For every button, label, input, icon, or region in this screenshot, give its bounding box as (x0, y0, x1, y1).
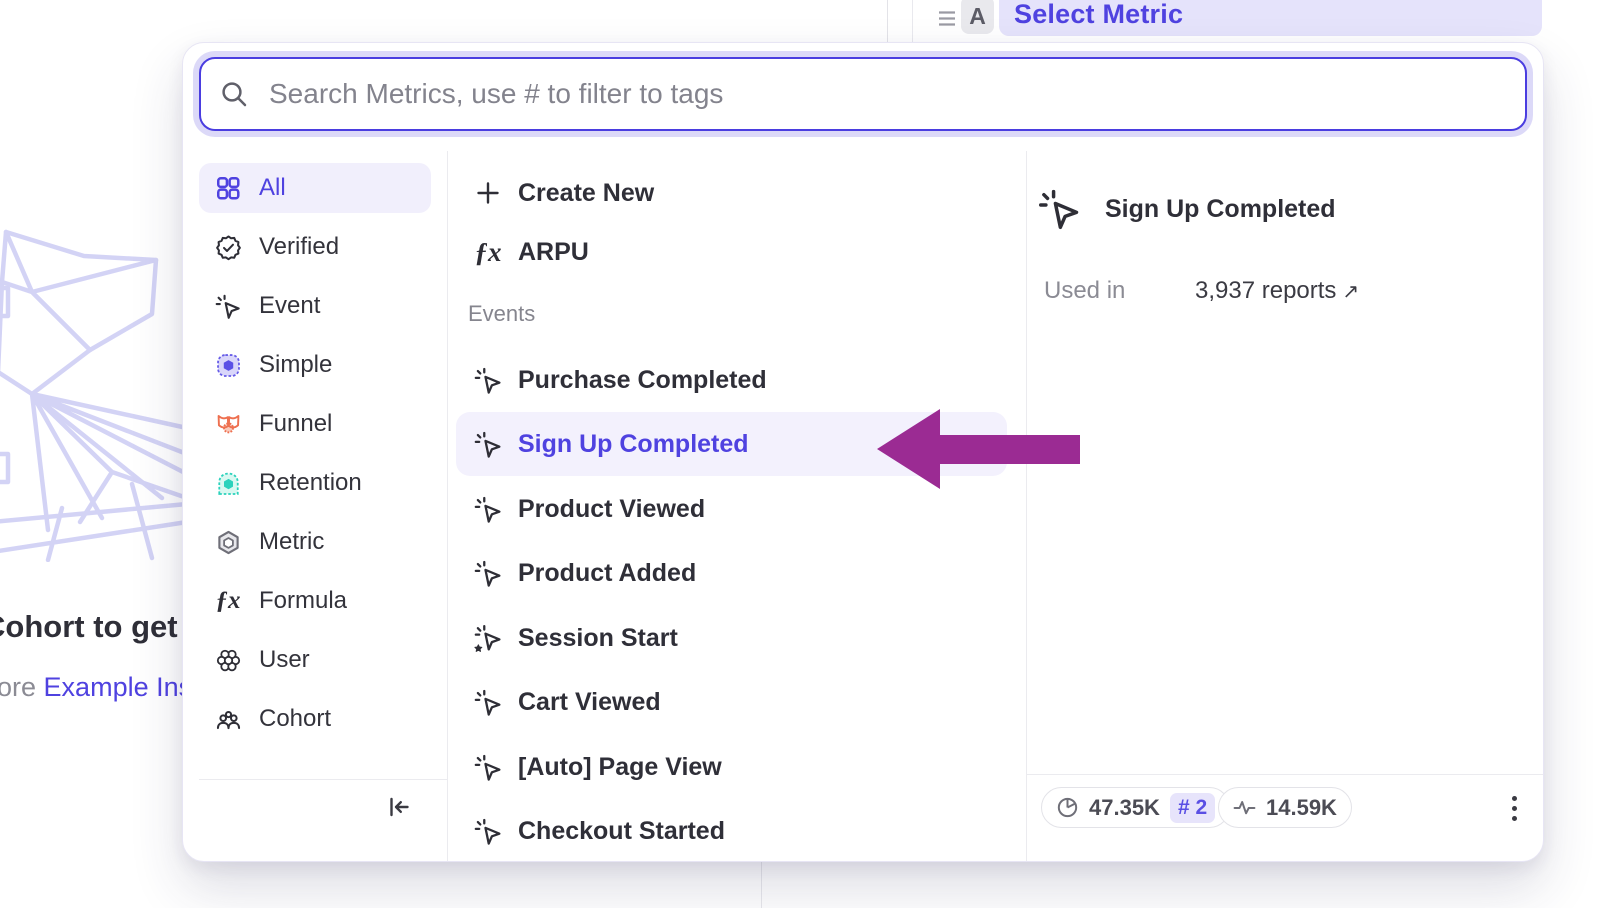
list-item-label: [Auto] Page View (518, 753, 722, 782)
list-item-event[interactable]: Purchase Completed (456, 348, 1007, 412)
event-cursor-icon (473, 558, 503, 588)
formula-fx-icon: ƒx (473, 237, 503, 267)
cohort-people-icon (213, 704, 243, 734)
detail-title: Sign Up Completed (1105, 195, 1336, 224)
detail-divider (1026, 151, 1027, 861)
drag-handle-icon[interactable] (938, 9, 956, 34)
sidebar-item-label: User (259, 646, 310, 674)
empty-state-subtitle: ore Example Ins (0, 672, 192, 703)
example-insights-link[interactable]: Example Ins (44, 672, 193, 702)
activity-count-badge[interactable]: 14.59K (1218, 787, 1352, 828)
total-count-value: 47.35K (1089, 795, 1160, 821)
sidebar-item-label: Cohort (259, 705, 331, 733)
sidebar-item-label: Funnel (259, 410, 332, 438)
list-item-label: Purchase Completed (518, 366, 767, 395)
list-item-label: Product Viewed (518, 495, 705, 524)
plus-icon (473, 178, 503, 208)
event-cursor-icon (213, 291, 243, 321)
list-item-event[interactable]: Cart Viewed (456, 670, 1007, 734)
detail-footer-divider (1026, 774, 1544, 775)
verified-badge-icon (213, 232, 243, 262)
list-item-label: Sign Up Completed (518, 430, 749, 459)
type-filter-sidebar: All Verified Event (199, 163, 431, 753)
event-cursor-icon (473, 687, 503, 717)
event-cursor-icon (473, 365, 503, 395)
list-item-event[interactable]: Product Viewed (456, 477, 1007, 541)
sidebar-item-funnel[interactable]: Funnel (199, 399, 431, 449)
bg-panel-border-bottom (761, 862, 762, 908)
events-section-header: Events (468, 301, 535, 327)
list-item-event[interactable]: Product Added (456, 541, 1007, 605)
grid-icon (213, 173, 243, 203)
bg-panel-border (887, 0, 888, 42)
sidebar-item-label: Retention (259, 469, 362, 497)
used-in-label: Used in (1044, 277, 1125, 305)
formula-fx-icon: ƒx (213, 586, 243, 616)
used-in-reports-link[interactable]: 3,937 reports↗ (1195, 277, 1359, 305)
list-item-event[interactable]: Checkout Started (456, 799, 1007, 862)
sidebar-item-label: All (259, 174, 286, 202)
list-item-label: ARPU (518, 238, 589, 267)
sidebar-item-user[interactable]: User (199, 635, 431, 685)
collapse-sidebar-button[interactable] (381, 789, 417, 825)
rank-chip: # 2 (1170, 793, 1215, 823)
user-cluster-icon (213, 645, 243, 675)
event-cursor-icon (473, 429, 503, 459)
collapse-left-icon (384, 792, 414, 822)
sidebar-item-label: Verified (259, 233, 339, 261)
sidebar-footer-divider (199, 779, 447, 780)
sidebar-item-cohort[interactable]: Cohort (199, 694, 431, 744)
sidebar-item-verified[interactable]: Verified (199, 222, 431, 272)
sidebar-item-simple[interactable]: Simple (199, 340, 431, 390)
list-item-label: Cart Viewed (518, 688, 661, 717)
series-a-badge: A (961, 0, 994, 34)
search-box[interactable] (199, 57, 1527, 131)
search-icon (219, 79, 249, 109)
event-cursor-icon (473, 494, 503, 524)
activity-count-value: 14.59K (1266, 795, 1337, 821)
list-item-label: Checkout Started (518, 817, 725, 846)
create-new-label: Create New (518, 179, 654, 208)
activity-pulse-icon (1233, 796, 1256, 819)
search-input[interactable] (267, 77, 1471, 111)
list-item-event[interactable]: Session Start (456, 606, 1007, 670)
select-metric-field[interactable]: Select Metric (999, 0, 1542, 36)
sidebar-divider (447, 151, 448, 861)
sidebar-item-label: Metric (259, 528, 324, 556)
event-cursor-icon-large (1038, 187, 1082, 236)
retention-icon (213, 468, 243, 498)
sidebar-item-formula[interactable]: ƒx Formula (199, 576, 431, 626)
event-cursor-icon (473, 816, 503, 846)
empty-state-title: Cohort to get s (0, 609, 203, 645)
total-count-badge[interactable]: 47.35K # 2 (1041, 787, 1230, 828)
sidebar-item-label: Simple (259, 351, 332, 379)
sidebar-item-label: Event (259, 292, 320, 320)
event-cursor-icon (473, 752, 503, 782)
list-item-arpu[interactable]: ƒx ARPU (456, 226, 1007, 278)
bg-panel-border-2 (912, 0, 913, 42)
metric-picker-dialog: All Verified Event (182, 42, 1544, 862)
more-options-button[interactable] (1499, 791, 1529, 825)
funnel-icon (213, 409, 243, 439)
list-item-label: Product Added (518, 559, 696, 588)
wireframe-illustration (0, 222, 192, 562)
metric-hexagon-icon (213, 527, 243, 557)
empty-state-subtitle-text: ore (0, 672, 36, 702)
create-new-button[interactable]: Create New (456, 167, 1007, 219)
list-item-label: Session Start (518, 624, 678, 653)
event-cursor-star-icon (473, 623, 503, 653)
kebab-icon (1512, 796, 1517, 801)
pie-chart-icon (1056, 796, 1079, 819)
select-metric-label: Select Metric (1014, 0, 1183, 30)
list-item-event[interactable]: [Auto] Page View (456, 735, 1007, 799)
sidebar-item-metric[interactable]: Metric (199, 517, 431, 567)
simple-block-icon (213, 350, 243, 380)
external-link-icon: ↗ (1342, 281, 1359, 303)
sidebar-item-label: Formula (259, 587, 347, 615)
sidebar-item-all[interactable]: All (199, 163, 431, 213)
sidebar-item-retention[interactable]: Retention (199, 458, 431, 508)
sidebar-item-event[interactable]: Event (199, 281, 431, 331)
list-item-event-selected[interactable]: Sign Up Completed (456, 412, 1007, 476)
